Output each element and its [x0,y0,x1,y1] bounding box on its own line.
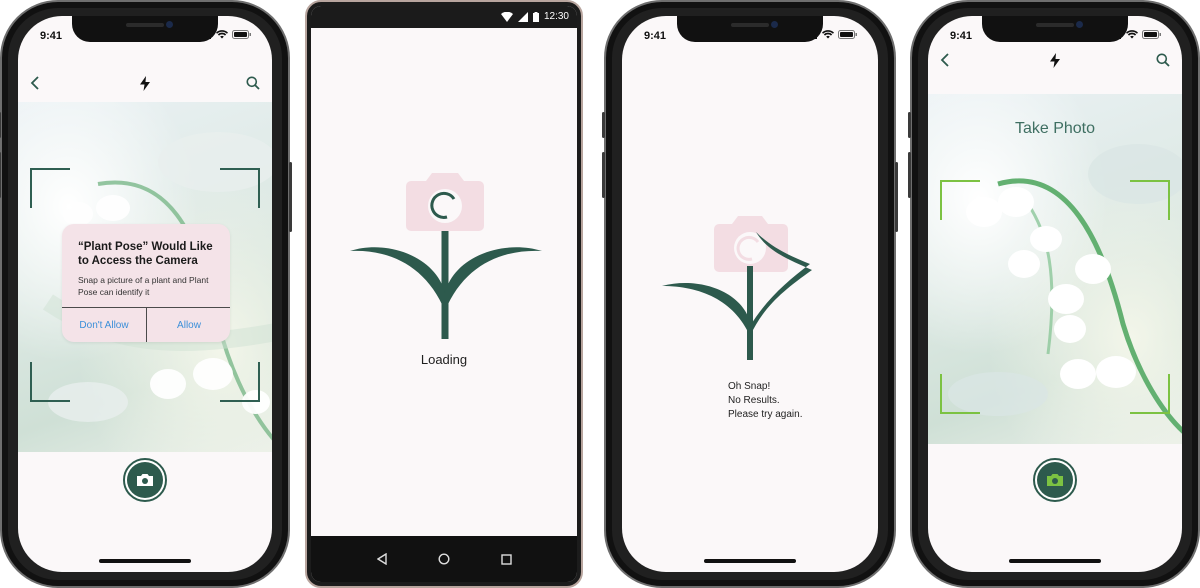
battery-icon [232,30,251,39]
phone-loading: 12:30 Loading [305,0,583,588]
phone-no-results: 9:41 Oh Snap! No Results. Please try aga… [602,0,898,588]
frame-corner-bottom-right [1130,374,1170,414]
search-icon[interactable] [1156,53,1170,67]
back-icon[interactable] [376,553,387,565]
phone-take-photo: 9:41 Take Photo [908,0,1200,588]
error-line-1: Oh Snap! [728,381,771,392]
battery-icon [838,30,857,39]
frame-corner-top-right [220,168,260,208]
no-results-message: Oh Snap! No Results. Please try again. [728,380,803,422]
frame-corner-bottom-left [940,374,980,414]
frame-corner-top-right [1130,180,1170,220]
camera-icon [137,474,153,486]
flash-icon[interactable] [1050,53,1060,68]
camera-permission-dialog: “Plant Pose” Would Like to Access the Ca… [62,224,230,342]
shutter-button[interactable] [123,458,167,502]
signal-icon [517,11,528,22]
loading-illustration [350,173,542,339]
dialog-message: Snap a picture of a plant and Plant Pose… [78,275,209,297]
wifi-icon [1126,30,1138,39]
status-time: 9:41 [950,30,973,42]
frame-corner-top-left [30,168,70,208]
error-line-3: Please try again. [728,409,803,420]
status-time: 12:30 [543,11,569,22]
take-photo-title: Take Photo [1014,120,1096,137]
phone-permission: 9:41 “Plant Pose” Would Like to Access t… [0,0,292,588]
dont-allow-button[interactable]: Don't Allow [62,308,146,342]
screen-no-results: 9:41 Oh Snap! No Results. Please try aga… [622,16,878,572]
allow-button[interactable]: Allow [147,308,231,342]
top-nav [928,53,1182,73]
recents-icon[interactable] [500,553,512,565]
frame-corner-bottom-right [220,362,260,402]
battery-icon [1142,30,1161,39]
camera-icon [1047,474,1063,486]
top-nav [18,76,272,96]
home-indicator [1009,559,1101,563]
loading-label: Loading [420,352,468,367]
home-indicator [99,559,191,563]
flash-icon[interactable] [140,76,150,91]
shutter-button[interactable] [1033,458,1077,502]
status-time: 9:41 [644,30,667,42]
camera-icon [714,216,788,272]
android-nav-bar [311,536,577,582]
android-status-bar: 12:30 [311,6,577,28]
dialog-title: “Plant Pose” Would Like to Access the Ca… [78,241,213,267]
frame-corner-bottom-left [30,362,70,402]
search-icon[interactable] [246,76,260,90]
battery-icon [532,11,539,22]
frame-corner-top-left [940,180,980,220]
screen-loading: 12:30 Loading [311,6,577,582]
camera-viewfinder [928,94,1182,444]
screen-permission: 9:41 “Plant Pose” Would Like to Access t… [18,16,272,572]
home-indicator [704,559,796,563]
back-icon[interactable] [30,76,40,90]
wifi-icon [822,30,834,39]
home-icon[interactable] [437,553,450,565]
error-line-2: No Results. [728,395,780,406]
wifi-icon [216,30,228,39]
status-time: 9:41 [40,30,63,42]
wifi-icon [500,11,513,22]
screen-take-photo: 9:41 Take Photo [928,16,1182,572]
camera-icon [406,173,484,231]
no-results-illustration [662,216,812,360]
back-icon[interactable] [940,53,950,67]
